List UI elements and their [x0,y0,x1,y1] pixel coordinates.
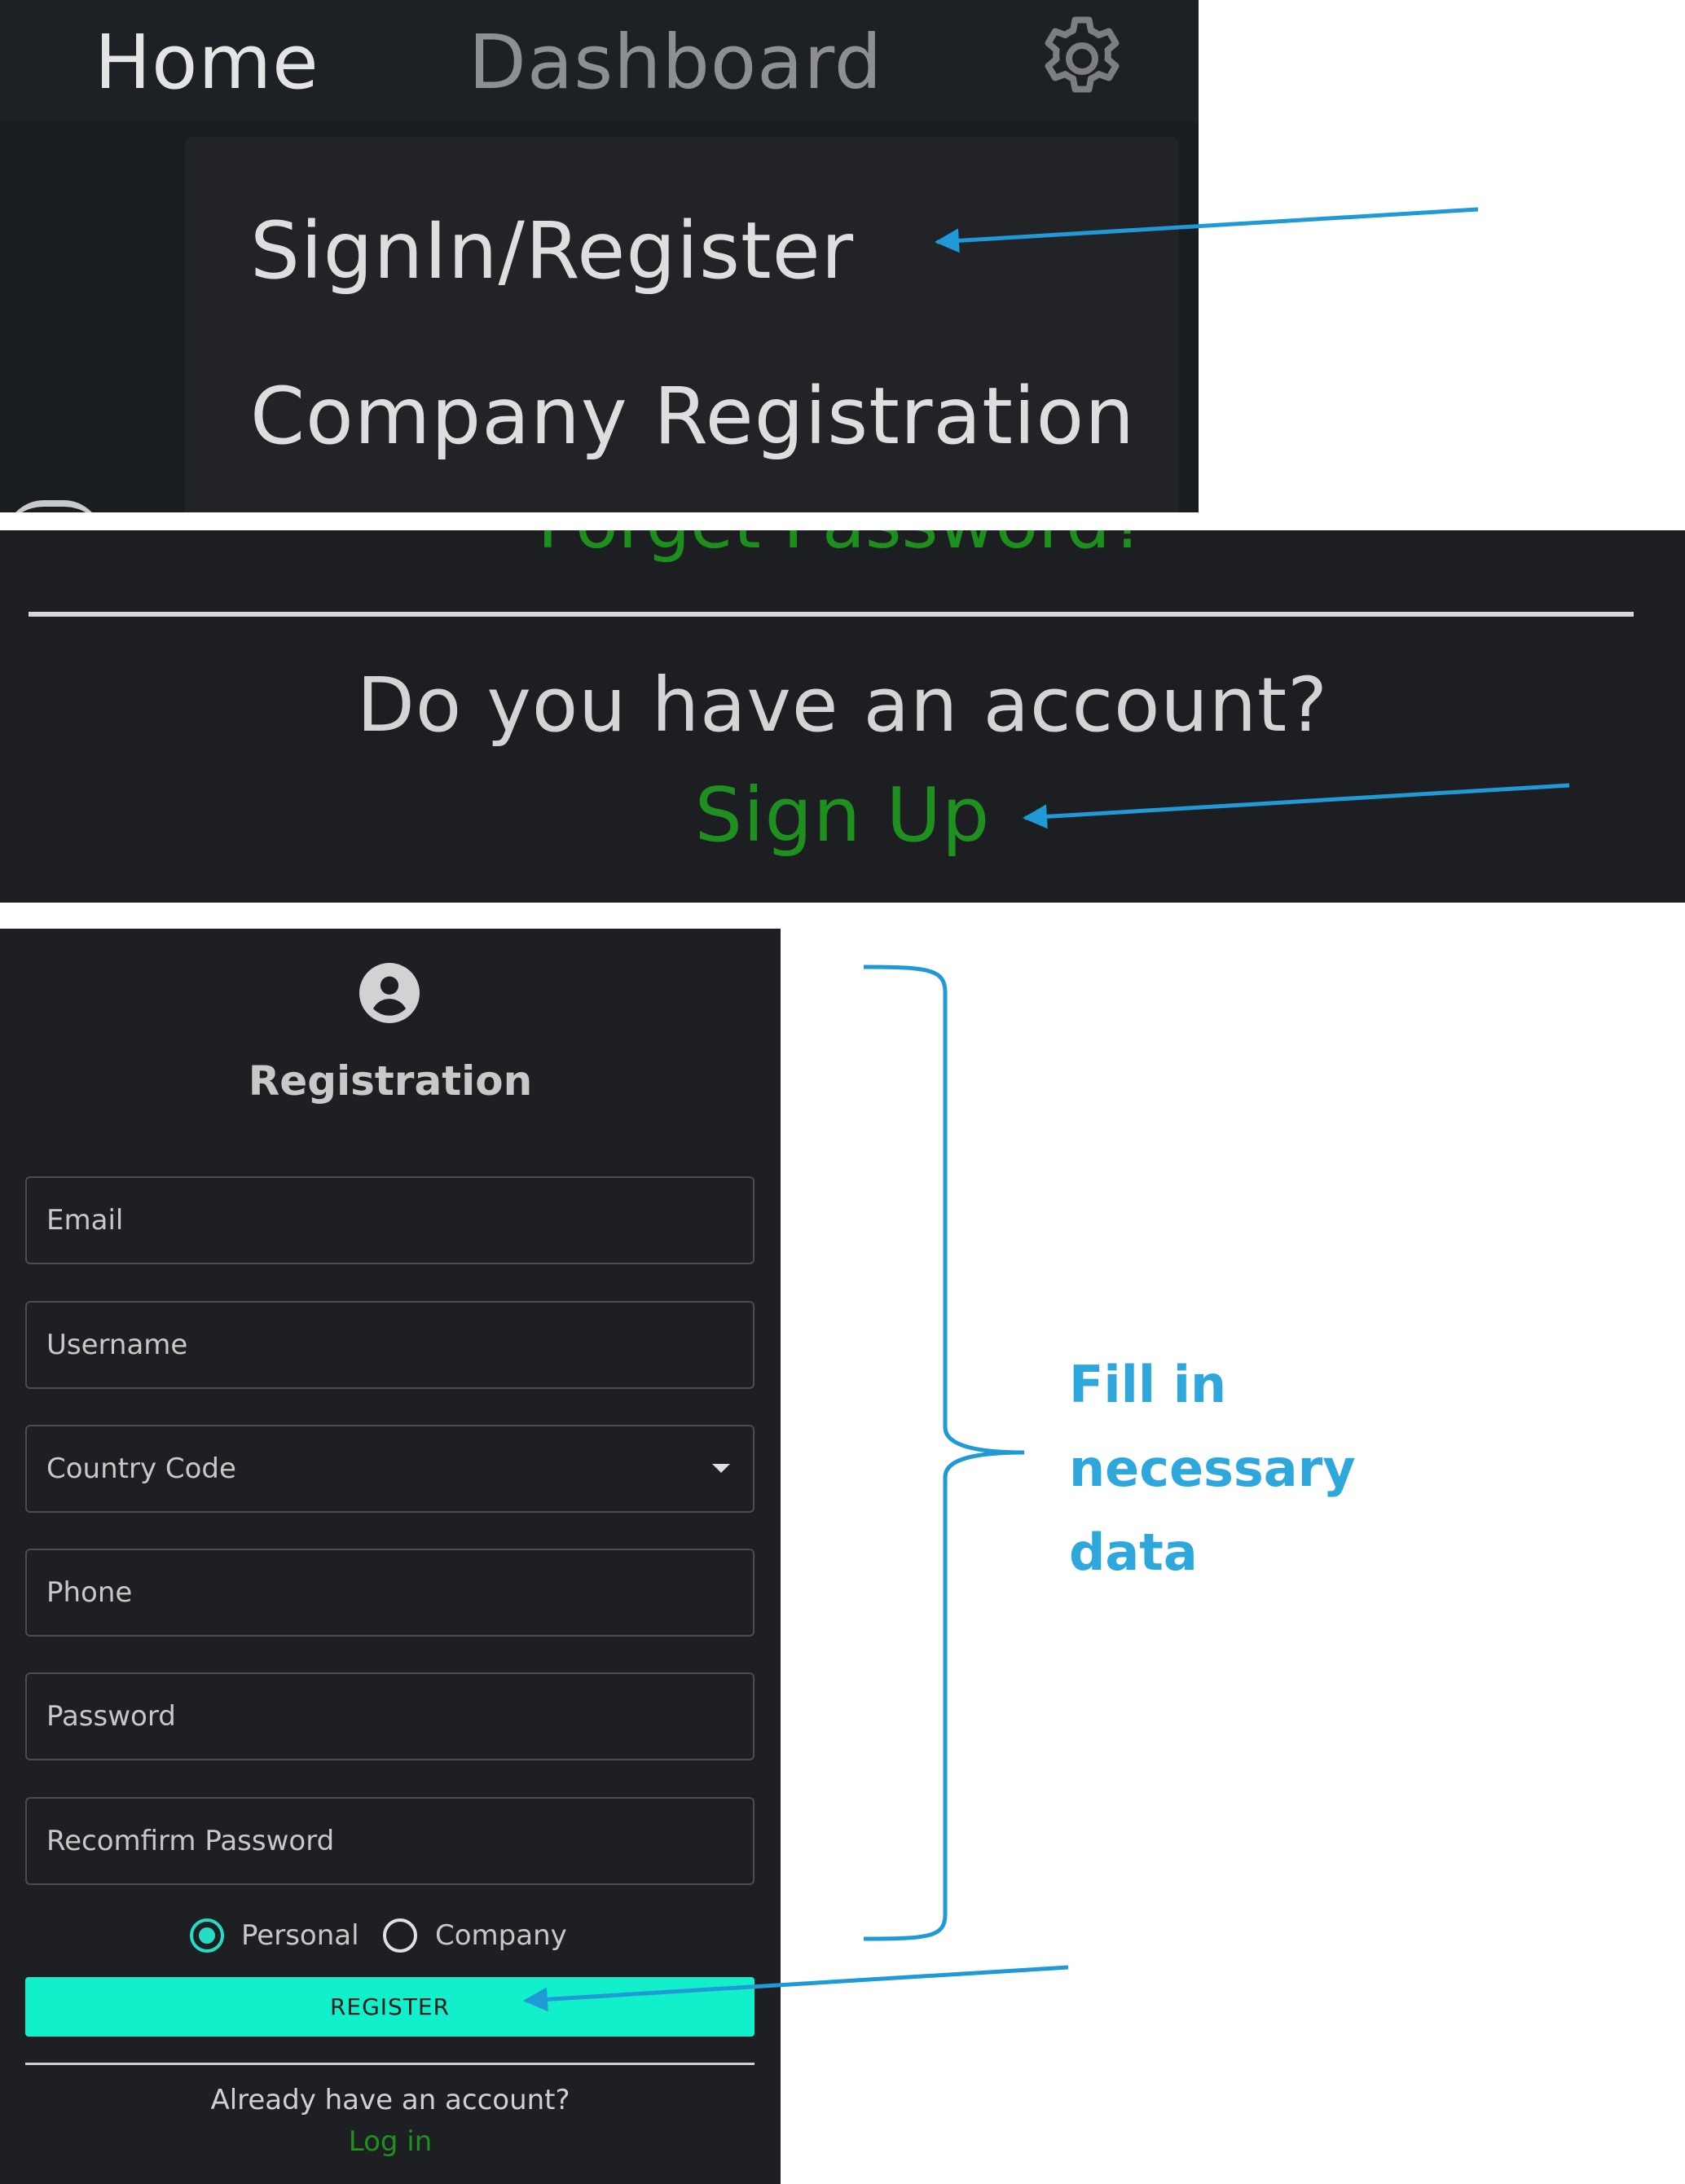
register-button[interactable]: REGISTER [25,1977,755,2037]
sign-up-link[interactable]: Sign Up [0,767,1685,864]
radio-personal-label[interactable]: Personal [241,1914,359,1958]
page-title: Registration [248,1057,533,1105]
reconfirm-password-field[interactable]: Recomfirm Password [25,1797,755,1885]
email-field[interactable]: Email [25,1176,755,1264]
registration-panel: Registration Email Username Country Code… [0,929,781,2184]
account-question: Do you have an account? [357,661,1328,749]
password-field[interactable]: Password [25,1672,755,1760]
form-brace [863,965,1025,1941]
nav-home-link[interactable]: Home [95,18,319,108]
signin-footer-panel: Forget Password? Do you have an account?… [0,530,1685,903]
divider [29,612,1634,617]
user-avatar-icon [359,963,420,1023]
country-code-select[interactable]: Country Code [25,1425,755,1513]
menu-item-company-registration[interactable]: Company Registration [250,367,1135,465]
log-in-link[interactable]: Log in [0,2121,781,2162]
already-account-text: Already have an account? [210,2084,570,2116]
forgot-password-link[interactable]: Forget Password? [0,530,1685,565]
partial-icon [5,500,103,512]
radio-personal[interactable] [190,1918,224,1953]
nav-panel: Home Dashboard SignIn/Register Company R… [0,0,1199,512]
username-field[interactable]: Username [25,1301,755,1389]
nav-dashboard-link[interactable]: Dashboard [469,18,882,108]
radio-company[interactable] [383,1918,417,1953]
note-line: necessary [1069,1439,1356,1498]
note-line: data [1069,1523,1198,1582]
email-label: Email [46,1204,124,1237]
username-label: Username [46,1329,188,1361]
settings-dropdown: SignIn/Register Company Registration [185,137,1179,512]
note-line: Fill in [1069,1355,1227,1414]
divider [25,2063,755,2065]
phone-field[interactable]: Phone [25,1549,755,1637]
account-type-radio-group: Personal Company [0,1910,781,1959]
password-label: Password [46,1700,176,1733]
reconfirm-password-label: Recomfirm Password [46,1825,335,1857]
annotation-note: Fill in necessary data [1069,1342,1356,1594]
gear-icon[interactable] [1033,10,1131,108]
menu-item-signin-register[interactable]: SignIn/Register [250,202,854,300]
country-code-label: Country Code [46,1452,236,1485]
top-navbar: Home Dashboard [0,0,1199,122]
radio-company-label[interactable]: Company [435,1914,567,1958]
phone-label: Phone [46,1576,133,1609]
chevron-down-icon [712,1464,730,1473]
